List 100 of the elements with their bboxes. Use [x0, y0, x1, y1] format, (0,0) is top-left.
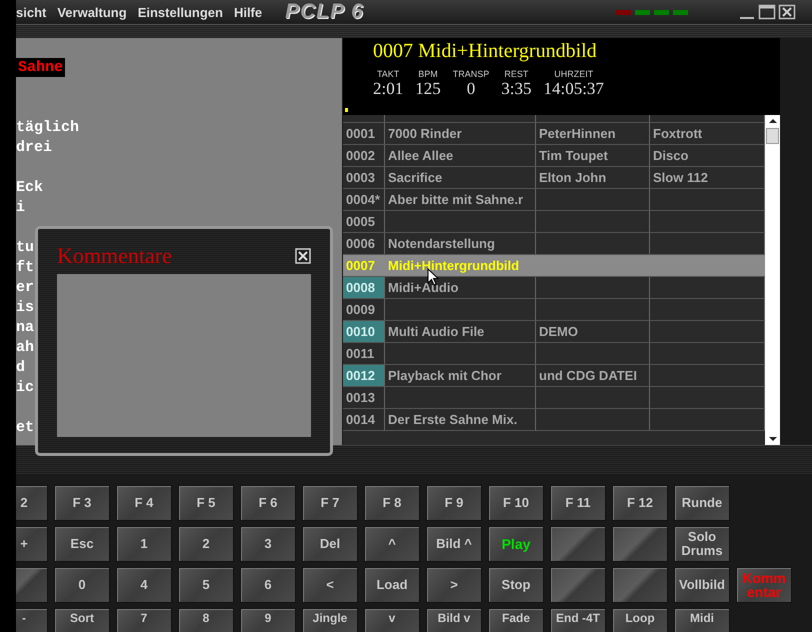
- blank-key[interactable]: [550, 567, 606, 603]
- table-row[interactable]: 0012 Playback mit Chor und CDG DATEI: [343, 365, 765, 387]
- key-button[interactable]: F 8: [364, 485, 420, 521]
- menu-item[interactable]: Einstellungen: [138, 4, 223, 20]
- table-row[interactable]: 0003 Sacrifice Elton John Slow 112: [343, 167, 765, 189]
- key-button[interactable]: 0: [54, 567, 110, 603]
- key-button[interactable]: Del: [302, 526, 358, 562]
- key-button[interactable]: v: [364, 608, 420, 632]
- key-button[interactable]: F 5: [178, 485, 234, 521]
- key-button[interactable]: F 7: [302, 485, 358, 521]
- row-number: 0011: [343, 343, 385, 364]
- menu-item[interactable]: Verwaltung: [57, 4, 127, 20]
- close-icon[interactable]: [778, 4, 796, 20]
- key-button[interactable]: 9: [240, 608, 296, 632]
- key-button[interactable]: Jingle: [302, 608, 358, 632]
- lyric-line: is: [16, 299, 34, 316]
- scrollbar[interactable]: [765, 115, 780, 445]
- stat-value: 14:05:37: [543, 79, 604, 99]
- table-cell: DEMO: [539, 324, 578, 339]
- key-button[interactable]: Play: [488, 526, 544, 562]
- key-button[interactable]: Bild v: [426, 608, 482, 632]
- blank-key[interactable]: [612, 526, 668, 562]
- scroll-down-icon[interactable]: [768, 436, 778, 442]
- table-row[interactable]: 0008 Midi+Audio: [343, 277, 765, 299]
- table-row[interactable]: 0002 Allee Allee Tim Toupet Disco: [343, 145, 765, 167]
- key-button[interactable]: 7: [116, 608, 172, 632]
- key-button[interactable]: F 9: [426, 485, 482, 521]
- key-button[interactable]: 4: [116, 567, 172, 603]
- stat-value: 3:35: [501, 79, 532, 99]
- key-button[interactable]: -: [16, 608, 48, 632]
- menu-item[interactable]: sicht: [16, 4, 46, 20]
- key-button[interactable]: Midi: [674, 608, 730, 632]
- key-button[interactable]: 5: [178, 567, 234, 603]
- key-button[interactable]: Solo Drums: [674, 526, 730, 562]
- lyric-line: i: [16, 199, 26, 216]
- maximize-icon[interactable]: [758, 4, 776, 20]
- key-button[interactable]: F 10: [488, 485, 544, 521]
- key-button[interactable]: F 6: [240, 485, 296, 521]
- row-number: 0006: [343, 233, 385, 254]
- key-button[interactable]: 1: [116, 526, 172, 562]
- key-button[interactable]: F 4: [116, 485, 172, 521]
- row-number: 0002: [343, 145, 385, 166]
- key-button[interactable]: ^: [364, 526, 420, 562]
- key-button[interactable]: F 12: [612, 485, 668, 521]
- comment-field[interactable]: [57, 274, 311, 437]
- key-button[interactable]: Loop: [612, 608, 668, 632]
- key-button[interactable]: 3: [240, 526, 296, 562]
- row-number: 0005: [343, 211, 385, 232]
- key-button[interactable]: F 3: [54, 485, 110, 521]
- song-title: 0007 Midi+Hintergrundbild: [373, 40, 598, 63]
- scroll-thumb[interactable]: [766, 128, 779, 144]
- key-button[interactable]: Runde: [674, 485, 730, 521]
- key-button[interactable]: End -4T: [550, 608, 606, 632]
- table-cell: Slow 112: [653, 170, 708, 185]
- table-cell: Der Erste Sahne Mix.: [388, 412, 518, 427]
- key-button[interactable]: 8: [178, 608, 234, 632]
- key-button[interactable]: 2: [16, 485, 48, 521]
- key-button[interactable]: Load: [364, 567, 420, 603]
- lyric-line: ic: [16, 379, 34, 396]
- scroll-up-icon[interactable]: [768, 118, 778, 124]
- key-button[interactable]: 6: [240, 567, 296, 603]
- row-number: 0014: [343, 409, 385, 430]
- row-number: 0012: [343, 365, 385, 386]
- table-row[interactable]: 0001 7000 Rinder PeterHinnen Foxtrott: [343, 123, 765, 145]
- table-cell: Notendarstellung: [388, 236, 495, 251]
- stat-label: TRANSP: [452, 69, 490, 79]
- table-cell: Multi Audio File: [388, 324, 484, 339]
- key-button[interactable]: Vollbild: [674, 567, 730, 603]
- stat-label: BPM: [418, 69, 438, 79]
- key-button[interactable]: F 11: [550, 485, 606, 521]
- table-row[interactable]: 0005: [343, 211, 765, 233]
- table-cell: Tim Toupet: [539, 148, 608, 163]
- blank-key[interactable]: [612, 567, 668, 603]
- key-button[interactable]: 2: [178, 526, 234, 562]
- table-row[interactable]: 0014 Der Erste Sahne Mix.: [343, 409, 765, 431]
- table-row[interactable]: 0010 Multi Audio File DEMO: [343, 321, 765, 343]
- lyric-line: täglich: [16, 119, 80, 136]
- row-number: 0013: [343, 387, 385, 408]
- key-button[interactable]: Esc: [54, 526, 110, 562]
- stat-label: UHRZEIT: [554, 69, 594, 79]
- key-button[interactable]: +: [16, 526, 48, 562]
- close-icon[interactable]: [295, 248, 311, 264]
- table-cell: und CDG DATEI: [539, 368, 637, 383]
- key-button[interactable]: Bild ^: [426, 526, 482, 562]
- lyric-line: ft: [16, 259, 34, 276]
- key-button[interactable]: Fade: [488, 608, 544, 632]
- menu-item[interactable]: Hilfe: [234, 4, 262, 20]
- table-cell: Elton John: [539, 170, 606, 185]
- dialog-title: Kommentare: [57, 243, 172, 269]
- table-cell: Aber bitte mit Sahne.r: [388, 192, 524, 207]
- row-number: 0009: [343, 299, 385, 320]
- key-button[interactable]: Sort: [54, 608, 110, 632]
- key-button[interactable]: Stop: [488, 567, 544, 603]
- blank-key[interactable]: [550, 526, 606, 562]
- key-button[interactable]: <: [302, 567, 358, 603]
- table-row[interactable]: 0004* Aber bitte mit Sahne.r: [343, 189, 765, 211]
- table-cell: Disco: [653, 148, 688, 163]
- key-button[interactable]: >: [426, 567, 482, 603]
- table-row[interactable]: 0013: [343, 387, 765, 409]
- table-row[interactable]: 0007 Midi+Hintergrundbild: [343, 255, 765, 277]
